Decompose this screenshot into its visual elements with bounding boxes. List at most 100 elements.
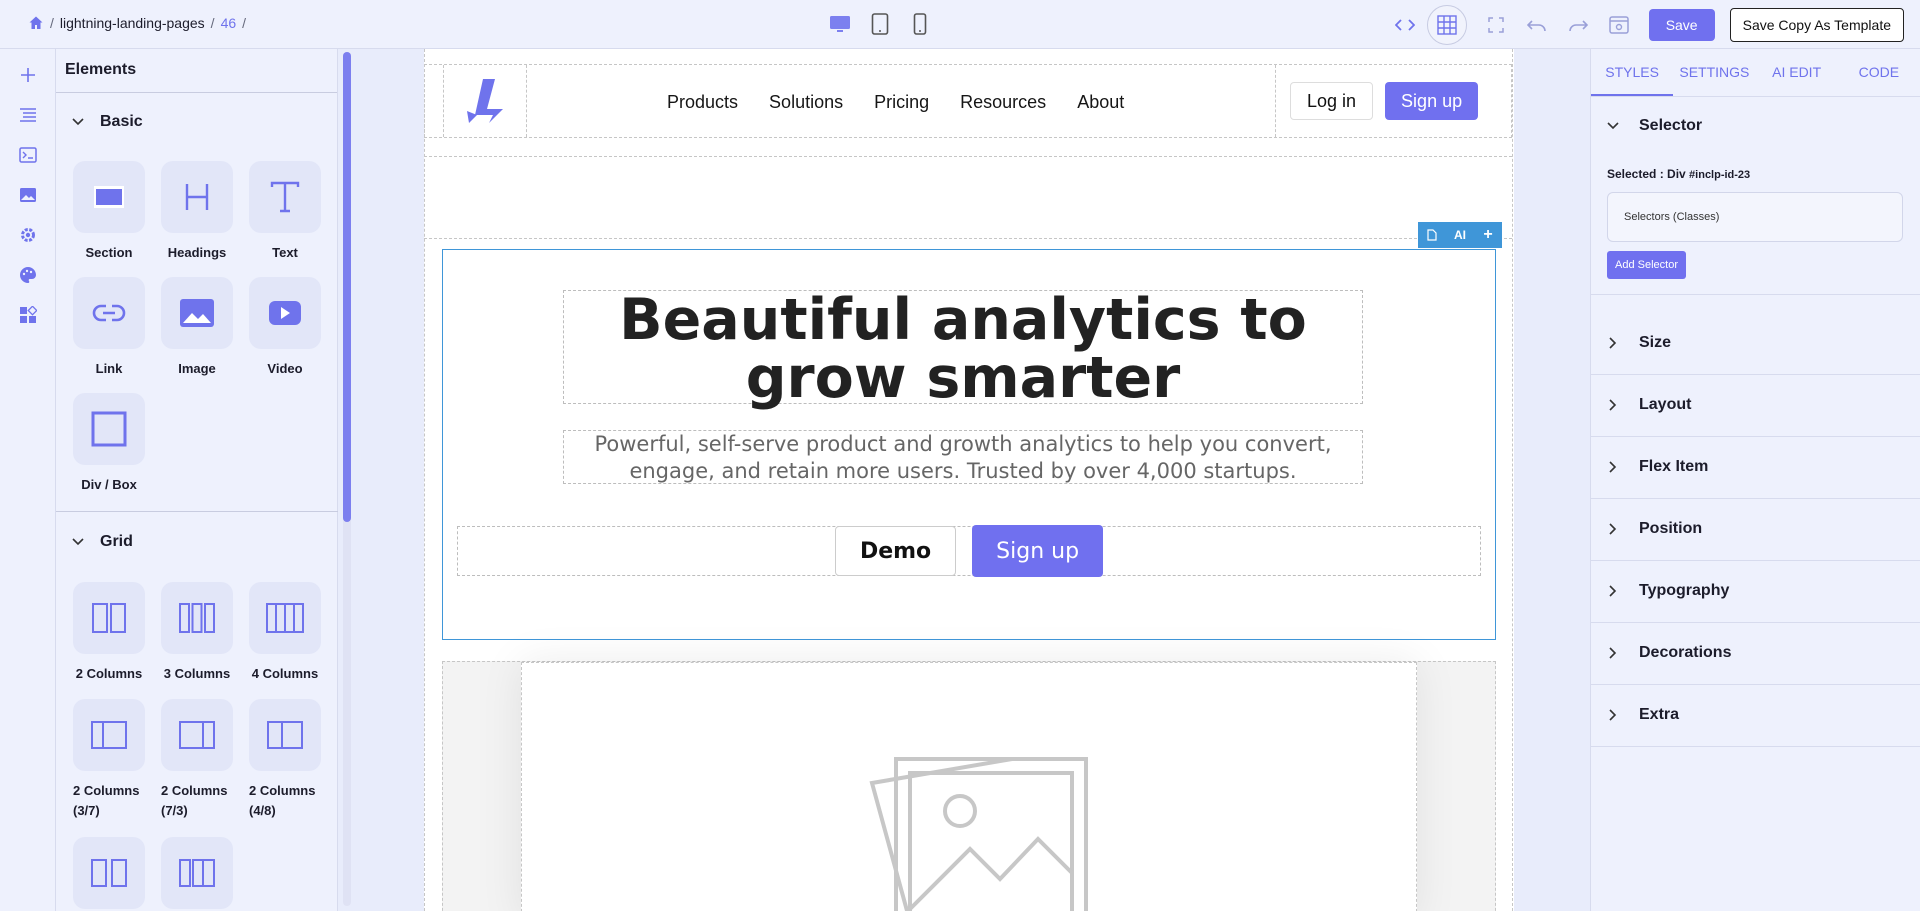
section-label: Decorations (1639, 644, 1732, 661)
preview-icon[interactable] (1607, 13, 1631, 37)
image-placeholder-card[interactable] (521, 662, 1417, 911)
section-guide (424, 238, 1512, 239)
element-2-columns[interactable]: 2 Columns (73, 582, 145, 684)
section-label: Flex Item (1639, 458, 1709, 475)
hero-button-row: Demo Sign up (457, 525, 1481, 577)
chevron-right-icon (1607, 647, 1619, 659)
section-decorations[interactable]: Decorations (1607, 644, 1731, 662)
nav-item-pricing[interactable]: Pricing (874, 92, 929, 113)
grid-toggle-icon[interactable] (1426, 4, 1467, 45)
section-divider (1591, 560, 1920, 561)
add-element-button[interactable]: + (1474, 226, 1502, 244)
save-template-button[interactable]: Save Copy As Template (1729, 7, 1904, 42)
home-icon[interactable] (28, 15, 44, 31)
undo-icon[interactable] (1525, 13, 1549, 37)
element-label: Div / Box (81, 477, 137, 492)
fullscreen-icon[interactable] (1484, 13, 1508, 37)
nav-item-solutions[interactable]: Solutions (769, 92, 843, 113)
columns-icon (179, 859, 215, 887)
tab-settings[interactable]: SETTINGS (1673, 49, 1755, 96)
breadcrumb-project[interactable]: lightning-landing-pages (60, 15, 205, 31)
section-divider (1591, 746, 1920, 747)
element-3-columns[interactable]: 3 Columns (161, 582, 233, 684)
grid-group-header[interactable]: Grid (72, 533, 133, 551)
element-2-columns-4-8[interactable]: 2 Columns (4/8) (249, 699, 321, 821)
section-size[interactable]: Size (1607, 334, 1671, 352)
selector-label: Selector (1639, 117, 1703, 134)
basic-group-label: Basic (100, 113, 143, 130)
login-button[interactable]: Log in (1290, 82, 1374, 120)
columns-4-8-icon (267, 721, 303, 749)
blocks-icon[interactable] (18, 305, 38, 325)
element-div-box[interactable]: Div / Box (73, 393, 145, 495)
site-logo[interactable] (443, 65, 527, 137)
layers-icon[interactable] (18, 105, 38, 125)
element-video[interactable]: Video (249, 277, 321, 379)
add-icon[interactable] (18, 65, 38, 85)
element-2-columns-7-3[interactable]: 2 Columns (7/3) (161, 699, 233, 821)
tab-ai-edit[interactable]: AI EDIT (1756, 49, 1838, 96)
section-position[interactable]: Position (1607, 520, 1702, 538)
element-label: 3 Columns (163, 666, 231, 681)
nav-item-about[interactable]: About (1077, 92, 1124, 113)
canvas-side-gutter (1514, 49, 1590, 911)
redo-icon[interactable] (1566, 13, 1590, 37)
element-link[interactable]: Link (73, 277, 145, 379)
hero-signup-button[interactable]: Sign up (972, 525, 1104, 577)
section-layout[interactable]: Layout (1607, 396, 1691, 414)
image-section[interactable] (442, 661, 1496, 911)
nav-menu: Products Solutions Pricing Resources Abo… (667, 92, 1124, 113)
canvas-guide (424, 49, 425, 911)
hero-title[interactable]: Beautiful analytics to grow smarter (563, 290, 1363, 407)
demo-button[interactable]: Demo (834, 526, 957, 576)
selector-header[interactable]: Selector (1607, 117, 1702, 135)
element-label: 2 Columns (7/3) (161, 783, 228, 818)
chevron-down-icon (1607, 120, 1619, 132)
page-canvas[interactable]: Products Solutions Pricing Resources Abo… (424, 49, 1514, 911)
element-grid-more[interactable] (161, 837, 233, 909)
tab-code[interactable]: CODE (1838, 49, 1920, 96)
element-text[interactable]: Text (249, 161, 321, 263)
panel-tabs: STYLES SETTINGS AI EDIT CODE (1591, 49, 1920, 97)
nav-item-products[interactable]: Products (667, 92, 738, 113)
hero-section[interactable]: Beautiful analytics to grow smarter Powe… (442, 249, 1496, 640)
palette-icon[interactable] (18, 265, 38, 285)
breadcrumb-page[interactable]: 46 (221, 15, 237, 31)
element-grid-more[interactable] (73, 837, 145, 909)
chevron-down-icon (72, 536, 84, 548)
terminal-icon[interactable] (18, 145, 38, 165)
elements-scrollbar[interactable] (343, 52, 351, 522)
section-flex-item[interactable]: Flex Item (1607, 458, 1708, 476)
site-navbar[interactable]: Products Solutions Pricing Resources Abo… (424, 64, 1512, 138)
tablet-icon[interactable] (868, 12, 892, 36)
toolbar: Save Save Copy As Template (1376, 0, 1920, 49)
selectors-input[interactable]: Selectors (Classes) (1607, 192, 1903, 242)
add-selector-button[interactable]: Add Selector (1607, 251, 1686, 279)
element-2-columns-3-7[interactable]: 2 Columns (3/7) (73, 699, 145, 821)
section-divider (1591, 294, 1920, 295)
section-label: Layout (1639, 396, 1692, 413)
nav-item-resources[interactable]: Resources (960, 92, 1046, 113)
two-columns-icon (92, 603, 126, 633)
chevron-right-icon (1607, 399, 1619, 411)
element-image[interactable]: Image (161, 277, 233, 379)
nav-buttons: Log in Sign up (1275, 65, 1511, 137)
section-typography[interactable]: Typography (1607, 582, 1729, 600)
section-divider (1591, 436, 1920, 437)
tab-styles[interactable]: STYLES (1591, 49, 1674, 96)
media-icon[interactable] (18, 185, 38, 205)
element-section[interactable]: Section (73, 161, 145, 263)
element-4-columns[interactable]: 4 Columns (249, 582, 321, 684)
settings-gear-icon[interactable] (18, 225, 38, 245)
hero-subtitle[interactable]: Powerful, self-serve product and growth … (563, 430, 1363, 484)
document-icon[interactable] (1418, 229, 1446, 241)
element-headings[interactable]: Headings (161, 161, 233, 263)
desktop-icon[interactable] (828, 12, 852, 36)
mobile-icon[interactable] (908, 12, 932, 36)
code-view-icon[interactable] (1393, 13, 1417, 37)
section-extra[interactable]: Extra (1607, 706, 1679, 724)
basic-group-header[interactable]: Basic (72, 113, 143, 131)
nav-signup-button[interactable]: Sign up (1385, 82, 1479, 120)
save-button[interactable]: Save (1648, 8, 1715, 41)
ai-edit-button[interactable]: AI (1446, 228, 1474, 242)
